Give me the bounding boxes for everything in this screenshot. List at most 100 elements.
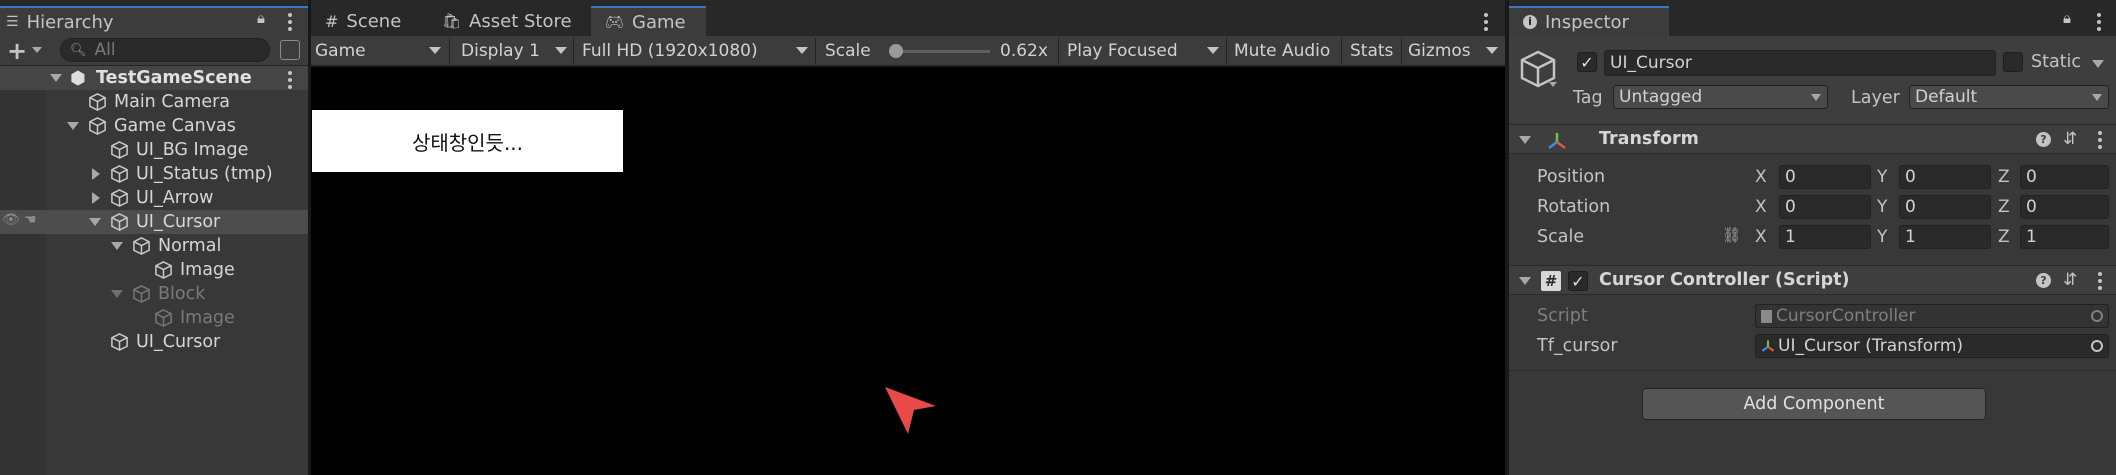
icon-dropdown-icon[interactable] (1549, 82, 1557, 87)
scale-slider-track[interactable] (890, 50, 990, 53)
scale-y-field[interactable]: 1 (1899, 225, 1991, 249)
resolution-dropdown[interactable]: Full HD (1920x1080) (582, 38, 812, 64)
help-icon[interactable]: ? (2036, 132, 2051, 147)
pickable-hand-icon[interactable]: ☚ (24, 212, 37, 228)
hierarchy-search-input[interactable]: 🔍︎ All (60, 38, 270, 62)
rotation-x-field[interactable]: 0 (1779, 195, 1871, 219)
fold-arrow-icon[interactable] (1519, 277, 1531, 285)
hierarchy-menu-icon[interactable] (288, 13, 292, 34)
hierarchy-item[interactable]: Image (0, 306, 308, 330)
hierarchy-item[interactable]: UI_Status (tmp) (0, 162, 308, 186)
hierarchy-item[interactable]: UI_Cursor (0, 330, 308, 354)
scale-z-field[interactable]: 1 (2020, 225, 2109, 249)
tag-dropdown[interactable]: Untagged (1613, 85, 1828, 109)
transform-icon (1761, 340, 1775, 352)
field-value: 1 (1785, 227, 1796, 247)
mute-audio-button[interactable]: Mute Audio (1234, 38, 1330, 64)
hierarchy-item-label: UI_Cursor (136, 212, 221, 232)
tf-cursor-value: UI_Cursor (Transform) (1778, 336, 1964, 356)
help-icon[interactable]: ? (2036, 273, 2051, 288)
hierarchy-item[interactable]: Game Canvas (0, 114, 308, 138)
chevron-down-icon (429, 47, 441, 54)
scale-x-field[interactable]: 1 (1779, 225, 1871, 249)
axis-x-label[interactable]: X (1755, 227, 1767, 247)
component-enabled-checkbox[interactable]: ✓ (1568, 271, 1588, 291)
inspector-lock-icon[interactable]: 🔒︎ (2063, 11, 2071, 26)
transform-header[interactable]: Transform ? ⇵ (1509, 124, 2116, 154)
expand-arrow-icon[interactable] (50, 74, 62, 82)
preset-icon[interactable]: ⇵ (2063, 270, 2077, 290)
constrain-proportions-icon[interactable]: ⛓︎ (1722, 226, 1741, 244)
axis-z-label[interactable]: Z (1998, 227, 2010, 247)
scene-menu-icon[interactable] (288, 71, 292, 92)
transform-row-label: Scale (1537, 227, 1585, 247)
hierarchy-item[interactable]: Block (0, 282, 308, 306)
transform-icon (1548, 133, 1566, 149)
rotation-z-field[interactable]: 0 (2020, 195, 2109, 219)
tab-inspector[interactable]: i Inspector (1509, 6, 1669, 36)
axis-y-label[interactable]: Y (1877, 227, 1887, 247)
toolbar-separator (573, 38, 574, 64)
axis-y-label[interactable]: Y (1877, 197, 1887, 217)
add-icon[interactable]: + (7, 39, 27, 63)
tab-game[interactable]: 🎮︎ Game (591, 6, 706, 36)
expand-arrow-icon[interactable] (89, 218, 101, 226)
fold-arrow-icon[interactable] (1519, 136, 1531, 144)
hierarchy-item[interactable]: UI_BG Image (0, 138, 308, 162)
expand-arrow-icon[interactable] (111, 242, 123, 250)
axis-y-label[interactable]: Y (1877, 167, 1887, 187)
gizmos-dropdown[interactable]: Gizmos (1408, 38, 1502, 64)
expand-arrow-icon[interactable] (92, 192, 100, 204)
active-checkbox[interactable]: ✓ (1577, 52, 1597, 72)
hierarchy-item[interactable]: Image (0, 258, 308, 282)
add-dropdown-icon[interactable] (32, 47, 42, 53)
tab-scene[interactable]: # Scene (311, 6, 415, 36)
static-dropdown-icon[interactable] (2092, 60, 2104, 68)
static-checkbox[interactable] (2003, 52, 2023, 72)
axis-z-label[interactable]: Z (1998, 167, 2010, 187)
inspector-menu-icon[interactable] (2097, 13, 2101, 34)
display-dropdown[interactable]: Display 1 (461, 38, 571, 64)
position-z-field[interactable]: 0 (2020, 165, 2109, 189)
transform-menu-icon[interactable] (2098, 131, 2102, 152)
search-options-icon[interactable] (280, 40, 300, 60)
layer-dropdown[interactable]: Default (1909, 85, 2109, 109)
position-y-field[interactable]: 0 (1899, 165, 1991, 189)
gameobject-cube-icon (133, 237, 150, 255)
gameobject-cube-icon (111, 213, 128, 231)
stats-button[interactable]: Stats (1350, 38, 1393, 64)
scale-slider-thumb[interactable] (889, 44, 903, 58)
expand-arrow-icon[interactable] (111, 290, 123, 298)
play-mode-dropdown[interactable]: Play Focused (1067, 38, 1223, 64)
view-mode-dropdown[interactable]: Game (315, 38, 445, 64)
axis-x-label[interactable]: X (1755, 197, 1767, 217)
lock-icon[interactable]: 🔒︎ (257, 11, 265, 26)
expand-arrow-icon[interactable] (67, 122, 79, 130)
hierarchy-item[interactable]: UI_Arrow (0, 186, 308, 210)
object-name-field[interactable]: UI_Cursor (1604, 50, 1996, 76)
script-menu-icon[interactable] (2098, 272, 2102, 293)
center-menu-icon[interactable] (1484, 13, 1488, 34)
rotation-y-field[interactable]: 0 (1899, 195, 1991, 219)
status-box: 상태창인듯... (312, 110, 623, 172)
hierarchy-item[interactable]: UI_Cursor (0, 210, 308, 234)
visibility-eye-icon[interactable]: 👁︎ (2, 212, 20, 228)
axis-x-label[interactable]: X (1755, 167, 1767, 187)
hierarchy-item[interactable]: Normal (0, 234, 308, 258)
position-x-field[interactable]: 0 (1779, 165, 1871, 189)
object-name-value: UI_Cursor (1610, 53, 1692, 73)
axis-z-label[interactable]: Z (1998, 197, 2010, 217)
hierarchy-item[interactable]: Main Camera (0, 90, 308, 114)
tab-scene-label: Scene (346, 10, 402, 32)
search-placeholder: All (94, 40, 116, 60)
preset-icon[interactable]: ⇵ (2063, 129, 2077, 149)
transform-row-label: Position (1537, 167, 1606, 187)
scene-row[interactable]: ⬢ TestGameScene (0, 66, 308, 90)
object-picker-icon[interactable] (2091, 340, 2103, 352)
tf-cursor-field[interactable]: UI_Cursor (Transform) (1755, 334, 2109, 358)
hierarchy-item-label: Game Canvas (114, 116, 236, 136)
expand-arrow-icon[interactable] (92, 168, 100, 180)
add-component-button[interactable]: Add Component (1642, 388, 1986, 420)
tab-asset-store[interactable]: 🛍︎ Asset Store (428, 6, 586, 36)
script-component-header[interactable]: # ✓ Cursor Controller (Script) ? ⇵ (1509, 265, 2116, 295)
